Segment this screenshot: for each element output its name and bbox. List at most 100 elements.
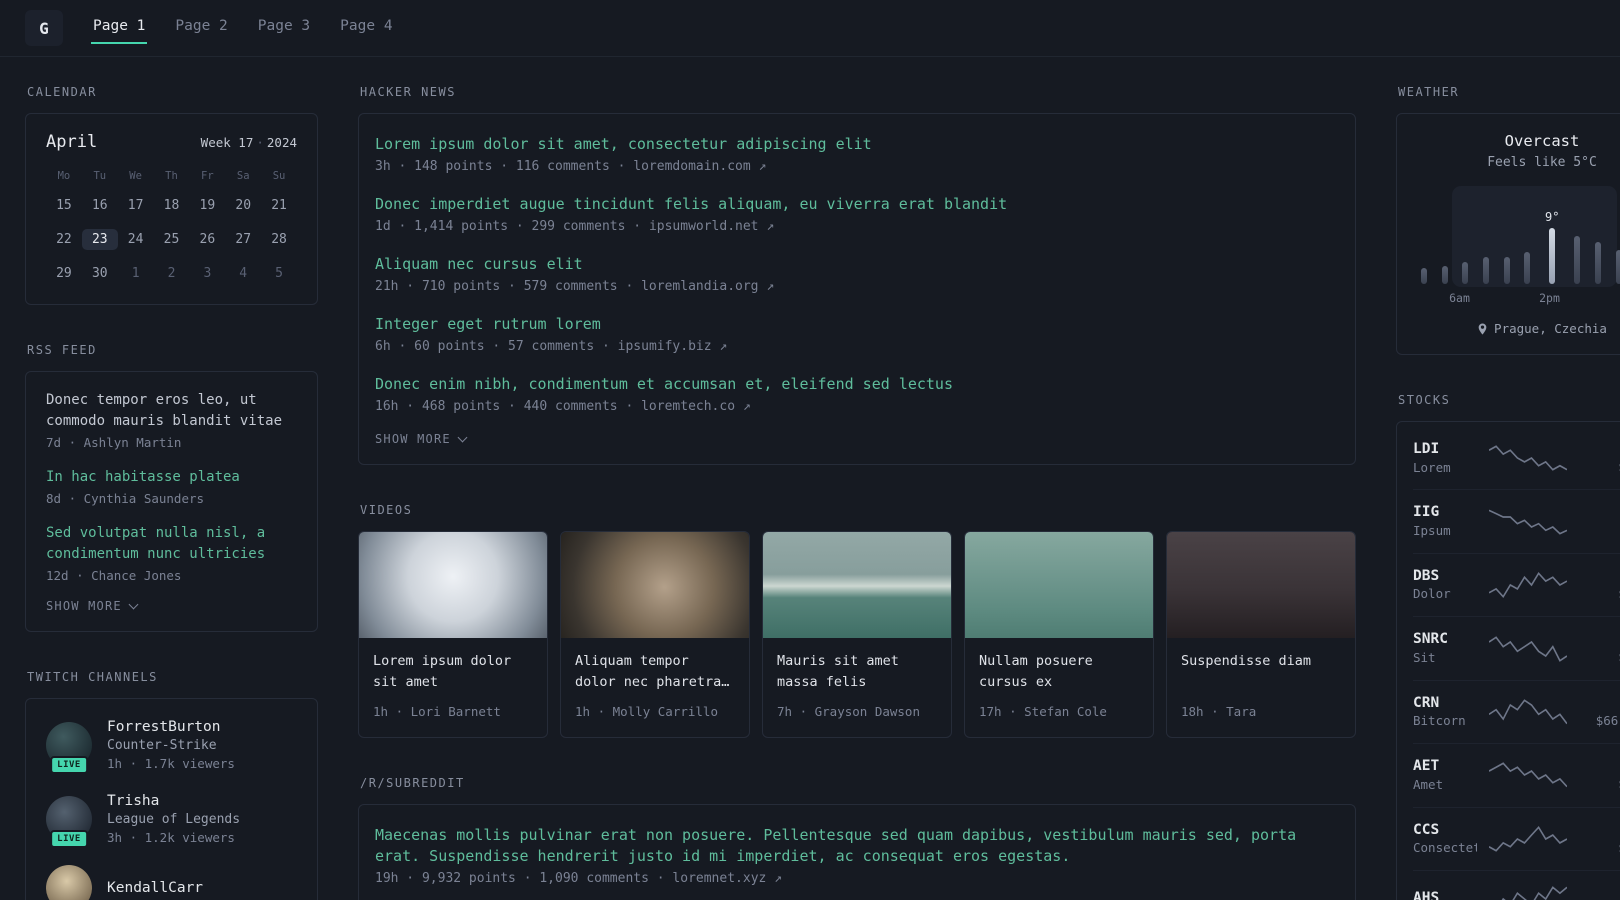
hn-meta-text: 21h · 710 points · 579 comments · bbox=[375, 279, 642, 294]
weather-bar: 9° bbox=[1545, 211, 1559, 284]
hn-item-meta: 16h · 468 points · 440 comments · loremt… bbox=[375, 399, 1339, 414]
video-card: Mauris sit amet massa felis 7h · Grayson… bbox=[762, 531, 952, 738]
video-thumbnail[interactable] bbox=[561, 532, 749, 638]
stock-values: +1.36% $148.64 bbox=[1579, 631, 1620, 666]
video-title[interactable]: Nullam posuere cursus ex bbox=[979, 651, 1139, 695]
hn-item-title[interactable]: Aliquam nec cursus elit bbox=[375, 254, 1339, 275]
hn-item-title[interactable]: Lorem ipsum dolor sit amet, consectetur … bbox=[375, 134, 1339, 155]
stock-row[interactable]: DBS Dolor +1.42% $156.28 bbox=[1413, 552, 1620, 616]
hn-item-title[interactable]: Donec enim nibh, condimentum et accumsan… bbox=[375, 374, 1339, 395]
stock-name: Amet bbox=[1413, 776, 1444, 792]
calendar-day: 18 bbox=[163, 198, 180, 213]
video-title[interactable]: Suspendisse diam bbox=[1181, 651, 1341, 695]
stock-row[interactable]: AET Amet +0.92% $499.72 bbox=[1413, 743, 1620, 806]
stock-price: $165.84 bbox=[1579, 840, 1620, 857]
twitch-channel-row[interactable]: KendallCarr bbox=[46, 864, 297, 900]
tab-page-4[interactable]: Page 4 bbox=[338, 12, 394, 44]
hn-item-meta: 1d · 1,414 points · 299 comments · ipsum… bbox=[375, 219, 1339, 234]
hackernews-section-title: HACKER NEWS bbox=[360, 85, 456, 99]
weather-bar bbox=[1503, 257, 1510, 284]
rss-section-title: RSS FEED bbox=[27, 343, 97, 357]
stock-price: $156.28 bbox=[1579, 586, 1620, 603]
twitch-avatar-wrap: LIVE bbox=[46, 795, 92, 848]
videos-section-title: VIDEOS bbox=[360, 503, 413, 517]
rss-item-title[interactable]: Donec tempor eros leo, ut commodo mauris… bbox=[46, 390, 297, 432]
video-meta: 1h · Lori Barnett bbox=[373, 704, 501, 719]
twitch-section: TWITCH CHANNELS LIVE ForrestBurton Count… bbox=[25, 670, 318, 900]
weather-condition: Overcast bbox=[1504, 132, 1580, 150]
hn-domain-link[interactable]: loremdomain.com ↗ bbox=[633, 159, 766, 174]
stock-row[interactable]: CCS Consectetur +0.51% $165.84 bbox=[1413, 806, 1620, 870]
rss-item-title[interactable]: In hac habitasse platea bbox=[46, 467, 297, 488]
stock-values: +2.84% $42.04 bbox=[1579, 504, 1620, 539]
stock-row[interactable]: LDI Lorem +4.35% $795.18 bbox=[1413, 427, 1620, 489]
stock-change: -1.00% bbox=[1579, 694, 1620, 712]
calendar-day: 21 bbox=[271, 198, 287, 213]
video-title[interactable]: Mauris sit amet massa felis bbox=[777, 651, 937, 695]
video-card: Suspendisse diam 18h · Tara bbox=[1166, 531, 1356, 738]
subreddit-post-meta: 19h · 9,932 points · 1,090 comments · lo… bbox=[375, 871, 1339, 886]
hn-domain-link[interactable]: loremlandia.org ↗ bbox=[641, 279, 774, 294]
twitch-channel-row[interactable]: LIVE Trisha League of Legends 3h · 1.2k … bbox=[46, 791, 297, 848]
hn-meta-text: 6h · 60 points · 57 comments · bbox=[375, 339, 618, 354]
tab-page-1[interactable]: Page 1 bbox=[91, 12, 148, 44]
weather-bar bbox=[1483, 257, 1490, 284]
weather-peak-temp-label: 9° bbox=[1545, 210, 1560, 224]
stock-symbol: IIG bbox=[1413, 504, 1440, 521]
subreddit-domain: loremnet.xyz bbox=[672, 871, 767, 886]
hn-domain-link[interactable]: loremtech.co ↗ bbox=[641, 399, 751, 414]
stock-name: Bitcorn bbox=[1413, 713, 1466, 729]
calendar-year: 2024 bbox=[266, 135, 297, 150]
calendar-day-header: Tu bbox=[93, 170, 107, 182]
hn-domain-link[interactable]: ipsumify.biz ↗ bbox=[618, 339, 728, 354]
rss-item: Sed volutpat nulla nisl, a condimentum n… bbox=[46, 523, 297, 583]
twitch-channel-meta: 1h · 1.7k viewers bbox=[107, 756, 235, 772]
weather-bar bbox=[1574, 236, 1581, 284]
stocks-section: STOCKS LDI Lorem +4.35% $795.18 IIG bbox=[1396, 393, 1620, 900]
hn-item-title[interactable]: Integer eget rutrum lorem bbox=[375, 314, 1339, 335]
middle-column: HACKER NEWS Lorem ipsum dolor sit amet, … bbox=[358, 85, 1356, 900]
hn-domain: ipsumworld.net bbox=[648, 219, 759, 234]
stock-id: DBS Dolor bbox=[1413, 567, 1477, 603]
stock-sparkline bbox=[1489, 445, 1567, 471]
stock-row[interactable]: IIG Ipsum +2.84% $42.04 bbox=[1413, 489, 1620, 552]
stock-values: +1.42% $156.28 bbox=[1579, 568, 1620, 603]
video-title[interactable]: Aliquam tempor dolor nec pharetra… bbox=[575, 651, 735, 695]
rss-show-more-button[interactable]: SHOW MORE bbox=[46, 599, 297, 613]
page-tabs: Page 1 Page 2 Page 3 Page 4 bbox=[91, 12, 395, 44]
hn-show-more-button[interactable]: SHOW MORE bbox=[375, 432, 1339, 446]
video-title[interactable]: Lorem ipsum dolor sit amet consectetu… bbox=[373, 651, 533, 695]
video-thumbnail[interactable] bbox=[763, 532, 951, 638]
hn-domain-link[interactable]: ipsumworld.net ↗ bbox=[649, 219, 774, 234]
video-thumbnail[interactable] bbox=[965, 532, 1153, 638]
tab-page-3[interactable]: Page 3 bbox=[256, 12, 312, 44]
stock-row[interactable]: CRN Bitcorn -1.00% $66,171.48 bbox=[1413, 679, 1620, 743]
stock-price: $499.72 bbox=[1579, 776, 1620, 793]
rss-item-meta: 12d · Chance Jones bbox=[46, 568, 182, 583]
video-card-body: Nullam posuere cursus ex 17h · Stefan Co… bbox=[965, 638, 1153, 737]
weather-bar bbox=[1594, 242, 1601, 284]
stock-change: +2.84% bbox=[1579, 504, 1620, 522]
stock-name: Dolor bbox=[1413, 586, 1451, 602]
subreddit-post-title[interactable]: Maecenas mollis pulvinar erat non posuer… bbox=[375, 825, 1339, 867]
video-thumbnail[interactable] bbox=[1167, 532, 1355, 638]
twitch-channel-info: Trisha League of Legends 3h · 1.2k viewe… bbox=[107, 791, 240, 847]
video-thumbnail[interactable] bbox=[359, 532, 547, 638]
video-card-body: Mauris sit amet massa felis 7h · Grayson… bbox=[763, 638, 951, 737]
calendar-day: 24 bbox=[127, 232, 144, 247]
stock-change: +1.36% bbox=[1579, 631, 1620, 649]
subreddit-domain-link[interactable]: loremnet.xyz ↗ bbox=[672, 871, 782, 886]
stock-row[interactable]: AHS +0.46% bbox=[1413, 870, 1620, 900]
rss-item-title[interactable]: Sed volutpat nulla nisl, a condimentum n… bbox=[46, 523, 297, 565]
calendar-day: 16 bbox=[91, 198, 108, 213]
tab-page-2[interactable]: Page 2 bbox=[173, 12, 229, 44]
weather-time-label: 2pm bbox=[1539, 291, 1560, 305]
stock-row[interactable]: SNRC Sit +1.36% $148.64 bbox=[1413, 616, 1620, 679]
hn-item-title[interactable]: Donec imperdiet augue tincidunt felis al… bbox=[375, 194, 1339, 215]
subreddit-post: Maecenas mollis pulvinar erat non posuer… bbox=[375, 825, 1339, 886]
stock-name: Sit bbox=[1413, 649, 1436, 665]
hackernews-section: HACKER NEWS Lorem ipsum dolor sit amet, … bbox=[358, 85, 1356, 465]
stock-sparkline bbox=[1489, 699, 1567, 725]
twitch-channel-row[interactable]: LIVE ForrestBurton Counter-Strike 1h · 1… bbox=[46, 717, 297, 774]
stock-change: +1.42% bbox=[1579, 568, 1620, 586]
